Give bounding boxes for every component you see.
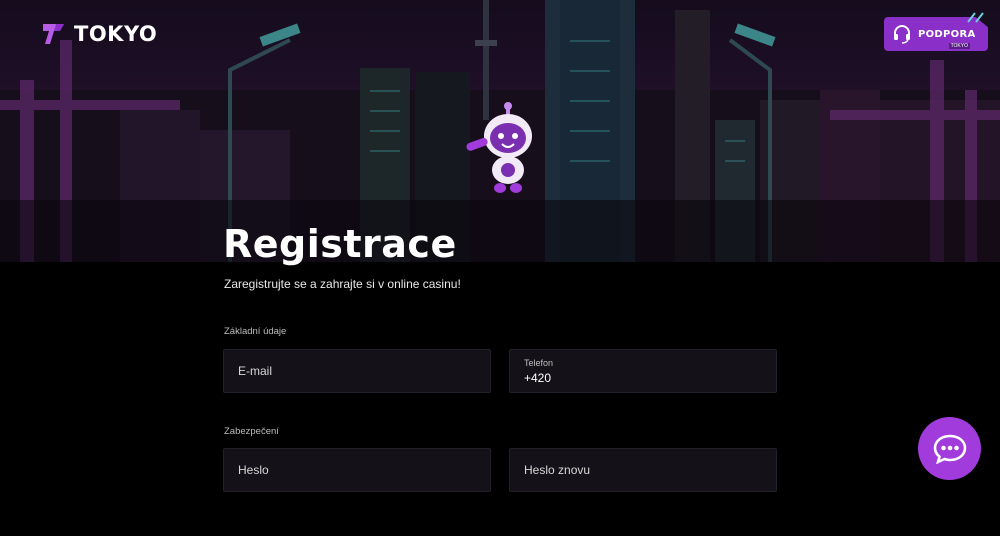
section-label-security: Zabezpečení: [224, 426, 279, 437]
phone-value: +420: [524, 370, 552, 385]
support-label: PODPORA: [918, 28, 976, 40]
section-label-basic: Základní údaje: [224, 326, 287, 337]
headset-icon: [894, 25, 910, 44]
chat-bubble-icon: [933, 434, 966, 464]
decorative-stripes-icon: [967, 12, 984, 23]
phone-label: Telefon: [524, 357, 554, 368]
password-repeat-field[interactable]: Heslo znovu: [509, 448, 777, 492]
password-field[interactable]: Heslo: [223, 448, 491, 492]
password-repeat-placeholder: Heslo znovu: [524, 463, 591, 477]
support-sublabel: TOKYO: [948, 43, 970, 49]
tokyo-logo-icon: [43, 24, 64, 44]
page-subtitle: Zaregistrujte se a zahrajte si v online …: [224, 277, 461, 291]
brand-name: TOKYO: [74, 22, 158, 46]
phone-field[interactable]: Telefon +420: [509, 349, 777, 393]
email-placeholder: E-mail: [238, 364, 273, 378]
brand-logo[interactable]: TOKYO: [42, 22, 157, 46]
page-title: Registrace: [223, 222, 457, 266]
password-placeholder: Heslo: [238, 463, 269, 477]
chat-button[interactable]: [918, 417, 981, 480]
robot-mascot-icon: [466, 102, 532, 193]
email-field[interactable]: E-mail: [223, 349, 491, 393]
